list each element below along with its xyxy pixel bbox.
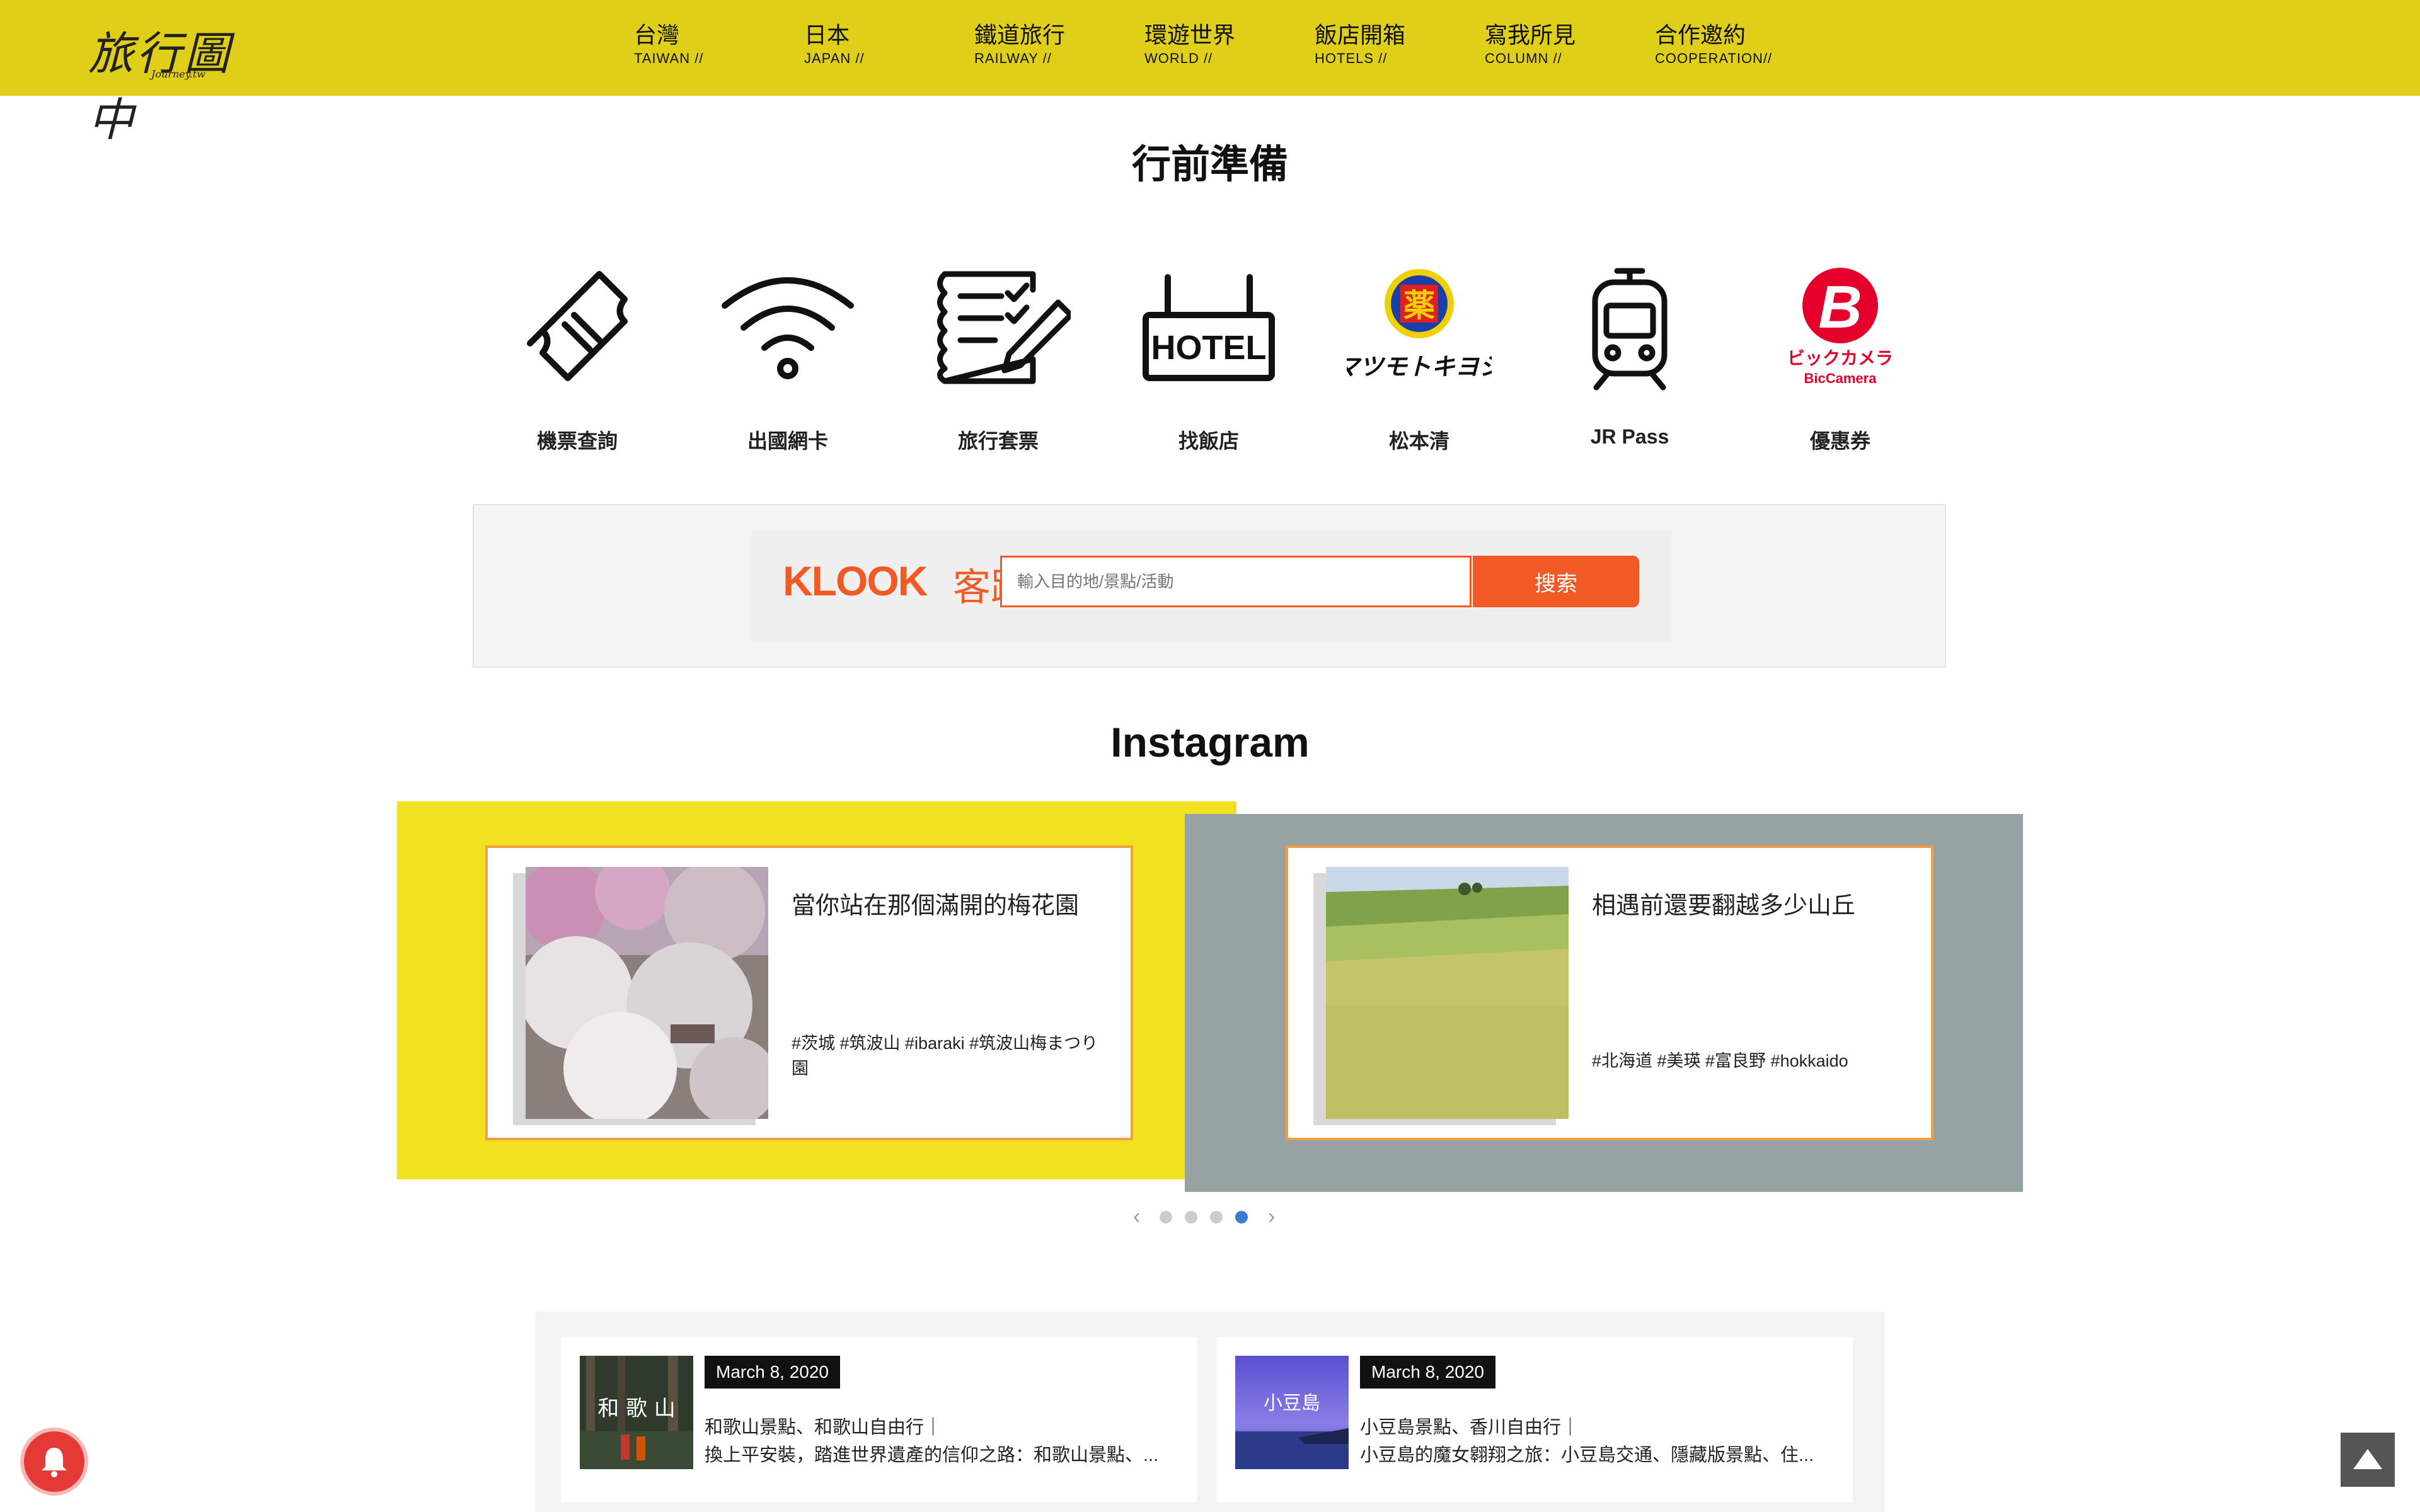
prep-item-sim-card[interactable]: 出國網卡 [687,265,889,460]
prep-section-title: 行前準備 [1131,143,1288,186]
prep-item-matsukiyo[interactable]: 薬 マツモトキヨシ 松本清 [1318,265,1520,460]
site-logo[interactable]: 旅行圖中 Journey.tw [88,16,271,146]
hotel-sign-icon: HOTEL [1136,265,1281,391]
post-card[interactable]: 小豆島 March 8, 2020 小豆島景點、香川自由行｜ 小豆島的魔女翱翔之… [1216,1337,1853,1502]
checklist-icon [926,265,1071,391]
instagram-post-caption: 相遇前還要翻越多少山丘 [1592,893,1856,919]
site-header: 旅行圖中 Journey.tw 台灣 TAIWAN // 日本 JAPAN //… [0,0,2420,146]
chevron-left-icon[interactable]: ‹ [1133,1205,1140,1229]
nav-sublabel: TAIWAN // [634,50,704,66]
nav-sublabel: COLUMN // [1485,50,1562,66]
instagram-post-card[interactable]: 當你站在那個滿開的梅花園 #茨城 #筑波山 #ibaraki #筑波山梅まつり … [485,845,1133,1140]
nav-label: 寫我所見 [1485,22,1576,48]
post-date: March 8, 2020 [705,1356,840,1389]
nav-label: 台灣 [634,22,680,48]
klook-search-banner: KLOOK 客路 搜索 [473,504,1946,668]
prep-label: 找飯店 [1178,430,1239,452]
instagram-carousel-nav: ‹ › [1128,1205,1292,1230]
post-excerpt: 小豆島的魔女翱翔之旅：小豆島交通、隱藏版景點、住... [1360,1445,1814,1465]
nav-sublabel: WORLD // [1144,50,1213,66]
matsukiyo-logo-text: マツモトキヨシ [1347,353,1492,381]
hotel-sign-text: HOTEL [1151,329,1267,367]
carousel-dot[interactable] [1185,1211,1197,1223]
instagram-section-title: Instagram [1110,719,1310,765]
klook-banner-inner: KLOOK 客路 搜索 [751,530,1671,641]
prep-item-hotel[interactable]: HOTEL 找飯店 [1108,265,1310,460]
nav-label: 合作邀約 [1655,22,1746,48]
nav-item-column[interactable]: 寫我所見 COLUMN // [1485,21,1576,78]
instagram-post-tags: #北海道 #美瑛 #富良野 #hokkaido [1592,1051,1848,1070]
post-thumbnail: 小豆島 [1235,1356,1349,1469]
nav-item-cooperation[interactable]: 合作邀約 COOPERATION// [1655,21,1772,78]
prep-label: 松本清 [1388,430,1449,452]
nav-sublabel: COOPERATION// [1655,50,1773,66]
nav-sublabel: JAPAN // [804,50,865,66]
biccamera-logo-mark: B [1818,273,1862,341]
post-excerpt: 換上平安裝，踏進世界遺產的信仰之路：和歌山景點、... [705,1445,1159,1465]
logo-subtitle: Journey.tw [151,68,205,80]
prep-label: 優惠券 [1809,430,1870,452]
post-thumbnail-text: 小豆島 [1264,1392,1320,1414]
post-thumbnail-text: 和 歌 山 [597,1396,676,1421]
carousel-dot[interactable] [1160,1211,1172,1223]
ticket-icon [505,265,650,391]
instagram-post-photo [526,867,768,1119]
prep-label: 出國網卡 [747,430,828,452]
nav-item-railway[interactable]: 鐵道旅行 RAILWAY // [974,21,1065,78]
post-date: March 8, 2020 [1360,1356,1495,1389]
prep-item-jr-pass[interactable]: JR Pass [1529,265,1731,460]
latest-posts-section: 和 歌 山 March 8, 2020 和歌山景點、和歌山自由行｜ 換上平安裝，… [536,1312,1884,1512]
prep-label: 旅行套票 [957,430,1039,452]
biccamera-logo-text-en: BicCamera [1804,370,1877,386]
prep-item-packages[interactable]: 旅行套票 [897,265,1099,460]
nav-sublabel: HOTELS // [1315,50,1388,66]
biccamera-logo: B ビックカメラ BicCamera [1768,265,1913,391]
post-thumbnail: 和 歌 山 [580,1356,693,1469]
instagram-post-caption: 當你站在那個滿開的梅花園 [792,893,1080,919]
matsukiyo-logo-mark: 薬 [1403,287,1435,324]
carousel-dot-active[interactable] [1235,1211,1248,1223]
notification-bell-button[interactable] [24,1431,84,1492]
matsukiyo-logo: 薬 マツモトキヨシ [1347,265,1492,391]
instagram-post-photo [1326,867,1569,1119]
logo-text: 旅行圖中 [88,27,233,146]
arrow-up-icon [2353,1449,2382,1469]
nav-item-japan[interactable]: 日本 JAPAN // [804,21,865,78]
nav-label: 環遊世界 [1144,22,1236,48]
back-to-top-button[interactable] [2341,1433,2395,1487]
klook-search-button[interactable]: 搜索 [1473,556,1639,607]
instagram-post-tags: #茨城 #筑波山 #ibaraki #筑波山梅まつり 園 [792,1034,1098,1078]
post-title: 和歌山景點、和歌山自由行｜ [705,1418,943,1438]
post-title: 小豆島景點、香川自由行｜ [1360,1418,1580,1438]
nav-item-hotels[interactable]: 飯店開箱 HOTELS // [1315,21,1405,78]
post-card[interactable]: 和 歌 山 March 8, 2020 和歌山景點、和歌山自由行｜ 換上平安裝，… [561,1337,1197,1502]
nav-label: 飯店開箱 [1315,22,1406,48]
carousel-dot[interactable] [1210,1211,1223,1223]
biccamera-logo-text-ja: ビックカメラ [1787,348,1893,369]
prep-label: JR Pass [1590,425,1669,448]
nav-label: 鐵道旅行 [974,22,1066,48]
chevron-right-icon[interactable]: › [1268,1205,1275,1229]
klook-search-input[interactable] [1000,556,1472,607]
prep-item-flights[interactable]: 機票查詢 [476,265,678,460]
nav-sublabel: RAILWAY // [974,50,1052,66]
wifi-icon [715,265,860,391]
nav-item-world[interactable]: 環遊世界 WORLD // [1144,21,1235,78]
instagram-post-card[interactable]: 相遇前還要翻越多少山丘 #北海道 #美瑛 #富良野 #hokkaido [1286,845,1933,1140]
train-icon [1557,265,1702,391]
prep-item-coupon[interactable]: B ビックカメラ BicCamera 優惠券 [1739,265,1941,460]
klook-logo: KLOOK [783,558,928,604]
prep-label: 機票查詢 [536,430,618,452]
nav-item-taiwan[interactable]: 台灣 TAIWAN // [634,21,703,78]
bell-icon [42,1448,67,1477]
nav-label: 日本 [804,22,850,48]
